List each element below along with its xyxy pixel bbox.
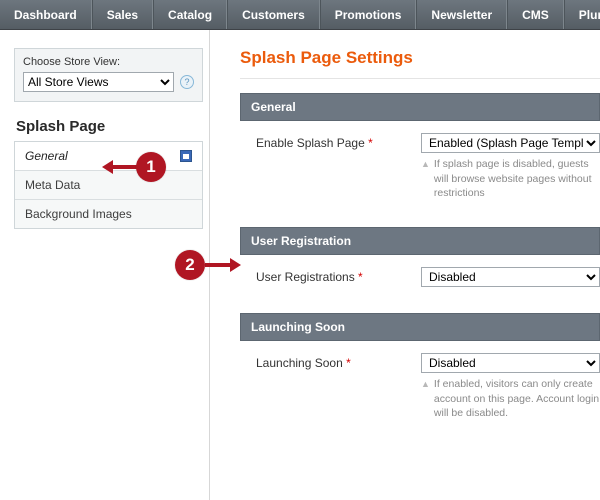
left-column: Choose Store View: All Store Views ? Spl… (0, 30, 210, 500)
title-divider (240, 78, 600, 79)
enable-splash-hint: ▲ If splash page is disabled, guests wil… (421, 157, 600, 201)
help-icon[interactable]: ? (180, 75, 194, 89)
panel-user-registration: User Registration User Registrations * D… (240, 227, 600, 295)
launching-label: Launching Soon * (256, 353, 421, 370)
nav-plumrocket[interactable]: Plumrocket (564, 0, 600, 29)
sidebar-tabs: General Meta Data Background Images (14, 141, 203, 229)
nav-promotions[interactable]: Promotions (320, 0, 417, 29)
user-reg-label: User Registrations * (256, 267, 421, 284)
tab-label: General (25, 149, 68, 163)
store-view-select[interactable]: All Store Views (23, 72, 174, 92)
tab-background-images[interactable]: Background Images (15, 200, 202, 228)
nav-catalog[interactable]: Catalog (153, 0, 227, 29)
panel-general-head[interactable]: General (240, 93, 600, 121)
launching-select[interactable]: Disabled (421, 353, 600, 373)
page-title: Splash Page Settings (240, 48, 600, 68)
annotation-arrow-1 (102, 160, 138, 174)
tab-label: Meta Data (25, 178, 80, 192)
nav-sales[interactable]: Sales (92, 0, 153, 29)
panel-launching-soon: Launching Soon Launching Soon * Disabled… (240, 313, 600, 429)
hint-icon: ▲ (421, 377, 430, 391)
annotation-badge-2: 2 (175, 250, 205, 280)
nav-customers[interactable]: Customers (227, 0, 320, 29)
top-nav: Dashboard Sales Catalog Customers Promot… (0, 0, 600, 30)
user-reg-select[interactable]: Disabled (421, 267, 600, 287)
main-content: Splash Page Settings General Enable Spla… (210, 30, 600, 500)
tab-meta-data[interactable]: Meta Data (15, 171, 202, 200)
annotation-arrow-2 (205, 258, 241, 272)
panel-general: General Enable Splash Page * Enabled (Sp… (240, 93, 600, 209)
annotation-badge-1: 1 (136, 152, 166, 182)
enable-splash-select[interactable]: Enabled (Splash Page Template) (421, 133, 600, 153)
hint-icon: ▲ (421, 157, 430, 171)
panel-launching-head[interactable]: Launching Soon (240, 313, 600, 341)
enable-splash-label: Enable Splash Page * (256, 133, 421, 150)
nav-dashboard[interactable]: Dashboard (0, 0, 92, 29)
panel-user-reg-head[interactable]: User Registration (240, 227, 600, 255)
nav-newsletter[interactable]: Newsletter (416, 0, 507, 29)
launching-hint: ▲ If enabled, visitors can only create a… (421, 377, 600, 421)
sidebar-title: Splash Page (16, 118, 203, 135)
save-icon (180, 150, 192, 162)
nav-cms[interactable]: CMS (507, 0, 564, 29)
store-view-label: Choose Store View: (23, 56, 194, 68)
tab-label: Background Images (25, 207, 132, 221)
store-view-box: Choose Store View: All Store Views ? (14, 48, 203, 102)
